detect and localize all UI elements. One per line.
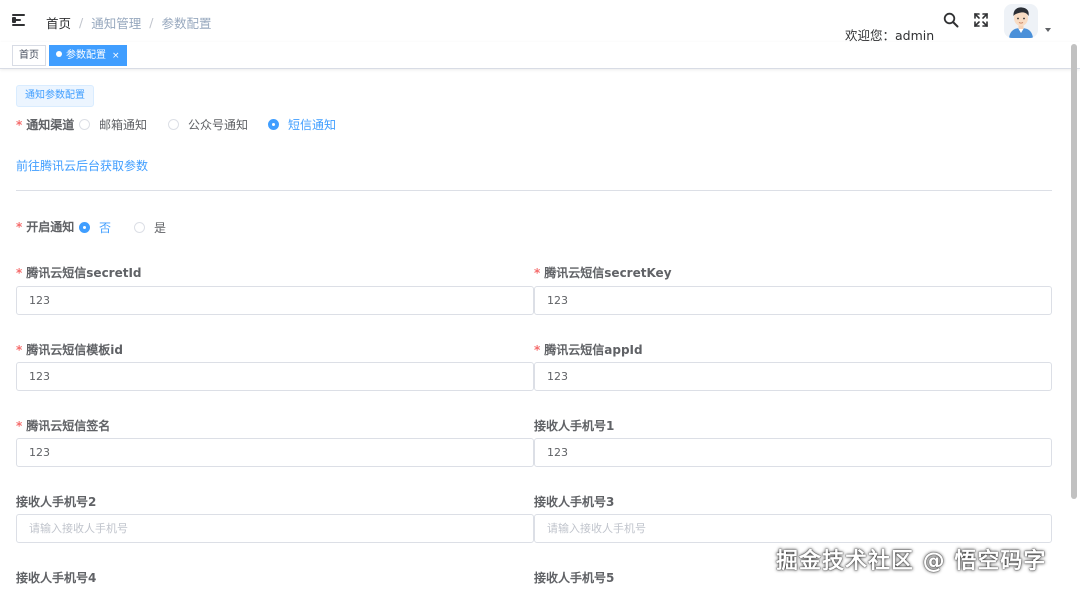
field-label-phone-5: 接收人手机号5: [534, 569, 614, 586]
field-label-app-id: * 腾讯云短信appId: [534, 341, 643, 358]
field-label-text: 接收人手机号4: [16, 571, 97, 585]
field-label-phone-3: 接收人手机号3: [534, 493, 614, 510]
field-label-text: 腾讯云短信secretKey: [544, 266, 672, 280]
radio-circle: [79, 119, 90, 130]
tags-view: 首页 参数配置 ×: [0, 42, 1080, 69]
enable-label-text: 开启通知: [26, 220, 75, 234]
required-mark: *: [16, 220, 23, 234]
field-label-phone-2: 接收人手机号2: [16, 493, 96, 510]
required-mark: *: [534, 343, 541, 357]
radio-circle: [268, 119, 279, 130]
breadcrumb-notice-management: 通知管理: [91, 16, 142, 31]
phone-3-input[interactable]: [534, 514, 1052, 543]
breadcrumb-separator: /: [149, 15, 154, 30]
phone-2-input[interactable]: [16, 514, 534, 543]
secret-key-input[interactable]: [534, 286, 1052, 315]
close-icon[interactable]: ×: [112, 51, 120, 61]
radio-label: 公众号通知: [188, 118, 249, 132]
radio-official-account[interactable]: 公众号通知: [168, 116, 248, 133]
divider: [16, 190, 1052, 191]
tag-param-config[interactable]: 参数配置 ×: [49, 45, 127, 66]
sign-name-input[interactable]: [16, 438, 534, 467]
breadcrumb: 首页 / 通知管理 / 参数配置: [46, 13, 211, 32]
radio-circle: [134, 222, 145, 233]
app-id-input[interactable]: [534, 362, 1052, 391]
field-label-phone-4: 接收人手机号4: [16, 569, 96, 586]
field-label-template-id: * 腾讯云短信模板id: [16, 341, 123, 358]
breadcrumb-param-config: 参数配置: [161, 16, 212, 31]
required-mark: *: [16, 419, 23, 433]
section-chip: 通知参数配置: [16, 85, 94, 107]
field-label-secret-key: * 腾讯云短信secretKey: [534, 264, 672, 281]
breadcrumb-separator: /: [79, 15, 84, 30]
field-label-sign-name: * 腾讯云短信签名: [16, 417, 110, 434]
radio-label: 短信通知: [288, 118, 337, 132]
secret-id-input[interactable]: [16, 286, 534, 315]
radio-email[interactable]: 邮箱通知: [79, 116, 147, 133]
field-label-text: 腾讯云短信模板id: [26, 343, 123, 357]
radio-circle: [168, 119, 179, 130]
radio-label: 是: [154, 221, 167, 235]
field-label-text: 接收人手机号5: [534, 571, 615, 585]
field-label-text: 腾讯云短信secretId: [26, 266, 142, 280]
required-mark: *: [16, 118, 23, 132]
fullscreen-icon[interactable]: [973, 12, 989, 28]
field-label-text: 腾讯云短信签名: [26, 419, 111, 433]
active-dot-icon: [56, 51, 62, 57]
channel-label-text: 通知渠道: [26, 118, 75, 132]
radio-enable-yes[interactable]: 是: [134, 219, 166, 236]
scrollbar[interactable]: [1071, 44, 1077, 499]
channel-label: * 通知渠道: [16, 116, 74, 133]
tag-label: 参数配置: [66, 50, 106, 61]
navbar: 首页 / 通知管理 / 参数配置 欢迎您：admin: [0, 0, 1080, 43]
required-mark: *: [16, 266, 23, 280]
radio-label: 邮箱通知: [99, 118, 148, 132]
required-mark: *: [16, 343, 23, 357]
field-label-text: 腾讯云短信appId: [544, 343, 643, 357]
search-icon[interactable]: [943, 12, 959, 28]
radio-circle: [79, 222, 90, 233]
phone-1-input[interactable]: [534, 438, 1052, 467]
radio-enable-no[interactable]: 否: [79, 219, 111, 236]
field-label-text: 接收人手机号2: [16, 495, 97, 509]
field-label-phone-1: 接收人手机号1: [534, 417, 614, 434]
avatar[interactable]: [1004, 4, 1038, 38]
chevron-down-icon[interactable]: [1045, 28, 1051, 32]
field-label-text: 接收人手机号1: [534, 419, 615, 433]
field-label-text: 接收人手机号3: [534, 495, 615, 509]
enable-label: * 开启通知: [16, 218, 74, 235]
sidebar-toggle-icon[interactable]: [12, 13, 28, 27]
required-mark: *: [534, 266, 541, 280]
radio-sms[interactable]: 短信通知: [268, 116, 336, 133]
watermark: 掘金技术社区 @ 悟空码字: [776, 549, 1047, 574]
field-label-secret-id: * 腾讯云短信secretId: [16, 264, 142, 281]
template-id-input[interactable]: [16, 362, 534, 391]
radio-label: 否: [99, 221, 112, 235]
tencent-cloud-link[interactable]: 前往腾讯云后台获取参数: [16, 157, 148, 174]
tag-home[interactable]: 首页: [12, 45, 46, 66]
breadcrumb-home[interactable]: 首页: [46, 13, 71, 32]
